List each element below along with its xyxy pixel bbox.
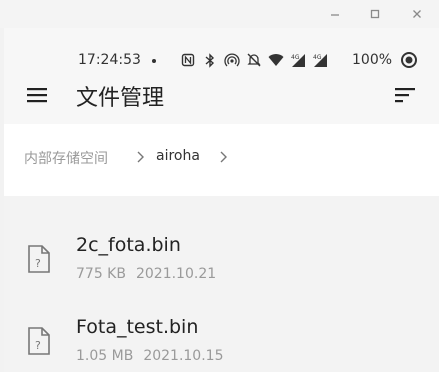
svg-text:4G: 4G [313, 54, 322, 61]
notification-dot [152, 59, 156, 63]
close-button[interactable] [406, 4, 428, 24]
file-name: Fota_test.bin [76, 316, 199, 338]
file-date: 2021.10.15 [143, 348, 224, 364]
hotspot-icon [224, 52, 240, 68]
unknown-file-icon: ? [28, 245, 50, 273]
bluetooth-icon [202, 52, 218, 68]
breadcrumb-item-root[interactable]: 内部存储空间 [24, 148, 108, 168]
battery-level: 100% [352, 52, 393, 68]
maximize-icon [370, 9, 380, 19]
breadcrumb: 内部存储空间 airoha [4, 124, 439, 196]
signal-4g-icon: 4G [290, 52, 306, 68]
svg-text:?: ? [35, 339, 41, 352]
file-meta: 775 KB 2021.10.21 [76, 266, 216, 282]
page-title: 文件管理 [76, 86, 165, 111]
file-size: 1.05 MB [76, 348, 134, 364]
status-time: 17:24:53 [78, 52, 141, 68]
file-meta: 1.05 MB 2021.10.15 [76, 348, 223, 364]
hamburger-icon [27, 88, 47, 103]
ring-icon [400, 51, 418, 72]
status-bar: 17:24:53 4G 4G 100% [4, 50, 439, 70]
chevron-right-icon [220, 151, 227, 163]
status-icons: 4G 4G [180, 52, 328, 68]
wifi-icon [268, 52, 284, 68]
file-manager-app: 17:24:53 4G 4G 100% 文件管理 内部存储空间 airoha ?… [4, 28, 439, 372]
mute-icon [246, 52, 262, 68]
menu-button[interactable] [24, 82, 50, 108]
app-bar: 文件管理 [4, 70, 439, 120]
nfc-icon [180, 52, 196, 68]
sort-button[interactable] [392, 82, 418, 108]
maximize-button[interactable] [364, 4, 386, 24]
close-icon [413, 10, 421, 18]
chevron-right-icon [137, 151, 144, 163]
file-name: 2c_fota.bin [76, 234, 181, 256]
svg-text:4G: 4G [291, 54, 300, 61]
file-list: ? 2c_fota.bin 775 KB 2021.10.21 ? Fota_te… [4, 196, 439, 372]
file-date: 2021.10.21 [135, 266, 217, 282]
list-item[interactable]: ? Fota_test.bin 1.05 MB 2021.10.15 [4, 308, 439, 372]
minimize-button[interactable] [324, 4, 346, 24]
sort-icon [395, 88, 415, 103]
window-title-bar [0, 0, 439, 28]
breadcrumb-item-current[interactable]: airoha [156, 148, 200, 164]
unknown-file-icon: ? [28, 327, 50, 355]
minimize-icon [331, 14, 339, 16]
list-item[interactable]: ? 2c_fota.bin 775 KB 2021.10.21 [4, 226, 439, 306]
svg-text:?: ? [35, 257, 41, 270]
file-size: 775 KB [76, 266, 126, 282]
signal-4g-2-icon: 4G [312, 52, 328, 68]
